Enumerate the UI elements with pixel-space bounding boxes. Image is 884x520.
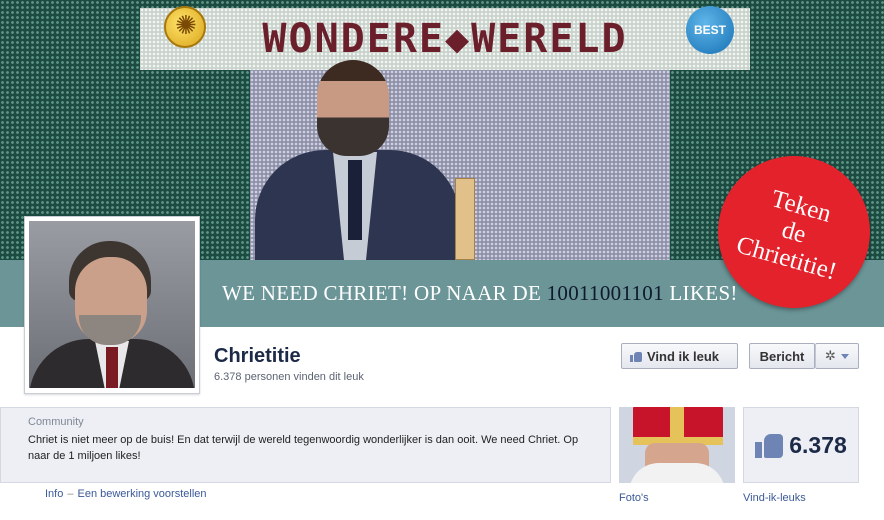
info-separator: – <box>67 488 74 500</box>
photos-label[interactable]: Foto's <box>619 492 649 504</box>
like-button[interactable]: Vind ik leuk <box>621 343 738 369</box>
photos-tile[interactable] <box>619 407 735 483</box>
suggest-edit-link[interactable]: Een bewerking voorstellen <box>77 488 206 500</box>
info-links: Info – Een bewerking voorstellen <box>45 488 207 500</box>
cover-logo-left <box>164 6 206 48</box>
likes-count: 6.378 <box>789 431 847 458</box>
likes-label[interactable]: Vind-ik-leuks <box>743 492 806 504</box>
chevron-down-icon <box>840 353 849 359</box>
message-button[interactable]: Bericht <box>749 343 815 369</box>
page-options-button[interactable]: ✲ <box>815 343 859 369</box>
thumbs-up-icon <box>630 350 642 362</box>
page-description: Chriet is niet meer op de buis! En dat t… <box>28 434 579 462</box>
likes-tile[interactable]: 6.378 <box>743 407 859 483</box>
page-title[interactable]: Chrietitie <box>214 345 301 368</box>
thumbs-up-icon <box>755 432 784 458</box>
cover-slogan-number: 10011001101 <box>546 281 664 305</box>
cover-logo-right: BEST <box>686 6 734 54</box>
cover-person <box>255 60 490 265</box>
page-likes-summary: 6.378 personen vinden dit leuk <box>214 371 364 383</box>
message-button-label: Bericht <box>759 348 805 364</box>
cover-slogan-prefix: WE NEED CHRIET! OP NAAR DE <box>222 281 547 305</box>
like-button-label: Vind ik leuk <box>647 348 720 364</box>
about-box: Community Chriet is niet meer op de buis… <box>0 407 611 483</box>
page-category[interactable]: Community <box>28 416 84 428</box>
info-link[interactable]: Info <box>45 488 63 500</box>
cover-slogan: WE NEED CHRIET! OP NAAR DE 10011001101 L… <box>222 281 738 306</box>
cover-title: WONDERE◆WERELD <box>262 16 628 62</box>
profile-picture[interactable] <box>24 216 200 394</box>
cover-slogan-suffix: LIKES! <box>663 281 738 305</box>
gear-icon: ✲ <box>825 348 836 363</box>
profile-image <box>29 221 195 388</box>
